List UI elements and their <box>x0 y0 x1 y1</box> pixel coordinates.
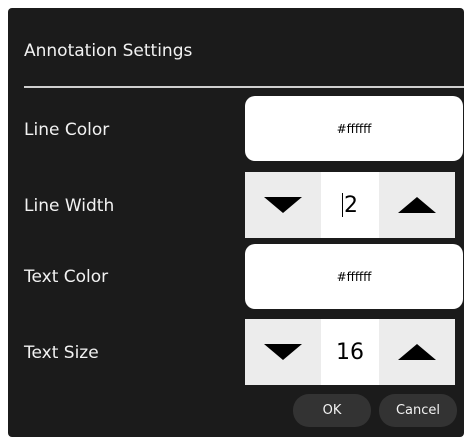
ok-button[interactable]: OK <box>293 394 371 427</box>
triangle-up-icon <box>398 344 436 360</box>
text-size-value: 16 <box>336 339 364 365</box>
triangle-up-icon <box>398 197 436 213</box>
line-color-field[interactable]: #ffffff <box>245 96 463 161</box>
line-width-stepper: 2 <box>245 172 463 238</box>
text-size-input[interactable]: 16 <box>321 319 379 385</box>
text-size-decrement-button[interactable] <box>245 319 321 385</box>
line-width-input[interactable]: 2 <box>321 172 379 238</box>
text-size-stepper: 16 <box>245 319 463 385</box>
triangle-down-icon <box>264 197 302 213</box>
line-color-label: Line Color <box>24 120 110 140</box>
cancel-button[interactable]: Cancel <box>379 394 457 427</box>
line-width-decrement-button[interactable] <box>245 172 321 238</box>
text-color-field[interactable]: #ffffff <box>245 244 463 309</box>
line-width-value: 2 <box>344 192 358 218</box>
text-caret <box>342 193 343 217</box>
title-divider <box>24 86 464 88</box>
dialog-title: Annotation Settings <box>24 41 193 61</box>
text-size-label: Text Size <box>24 343 99 363</box>
annotation-settings-dialog: Annotation Settings Line Color #ffffff L… <box>8 8 464 437</box>
line-width-label: Line Width <box>24 196 115 216</box>
triangle-down-icon <box>264 344 302 360</box>
text-color-label: Text Color <box>24 267 109 287</box>
text-size-increment-button[interactable] <box>379 319 455 385</box>
line-width-increment-button[interactable] <box>379 172 455 238</box>
